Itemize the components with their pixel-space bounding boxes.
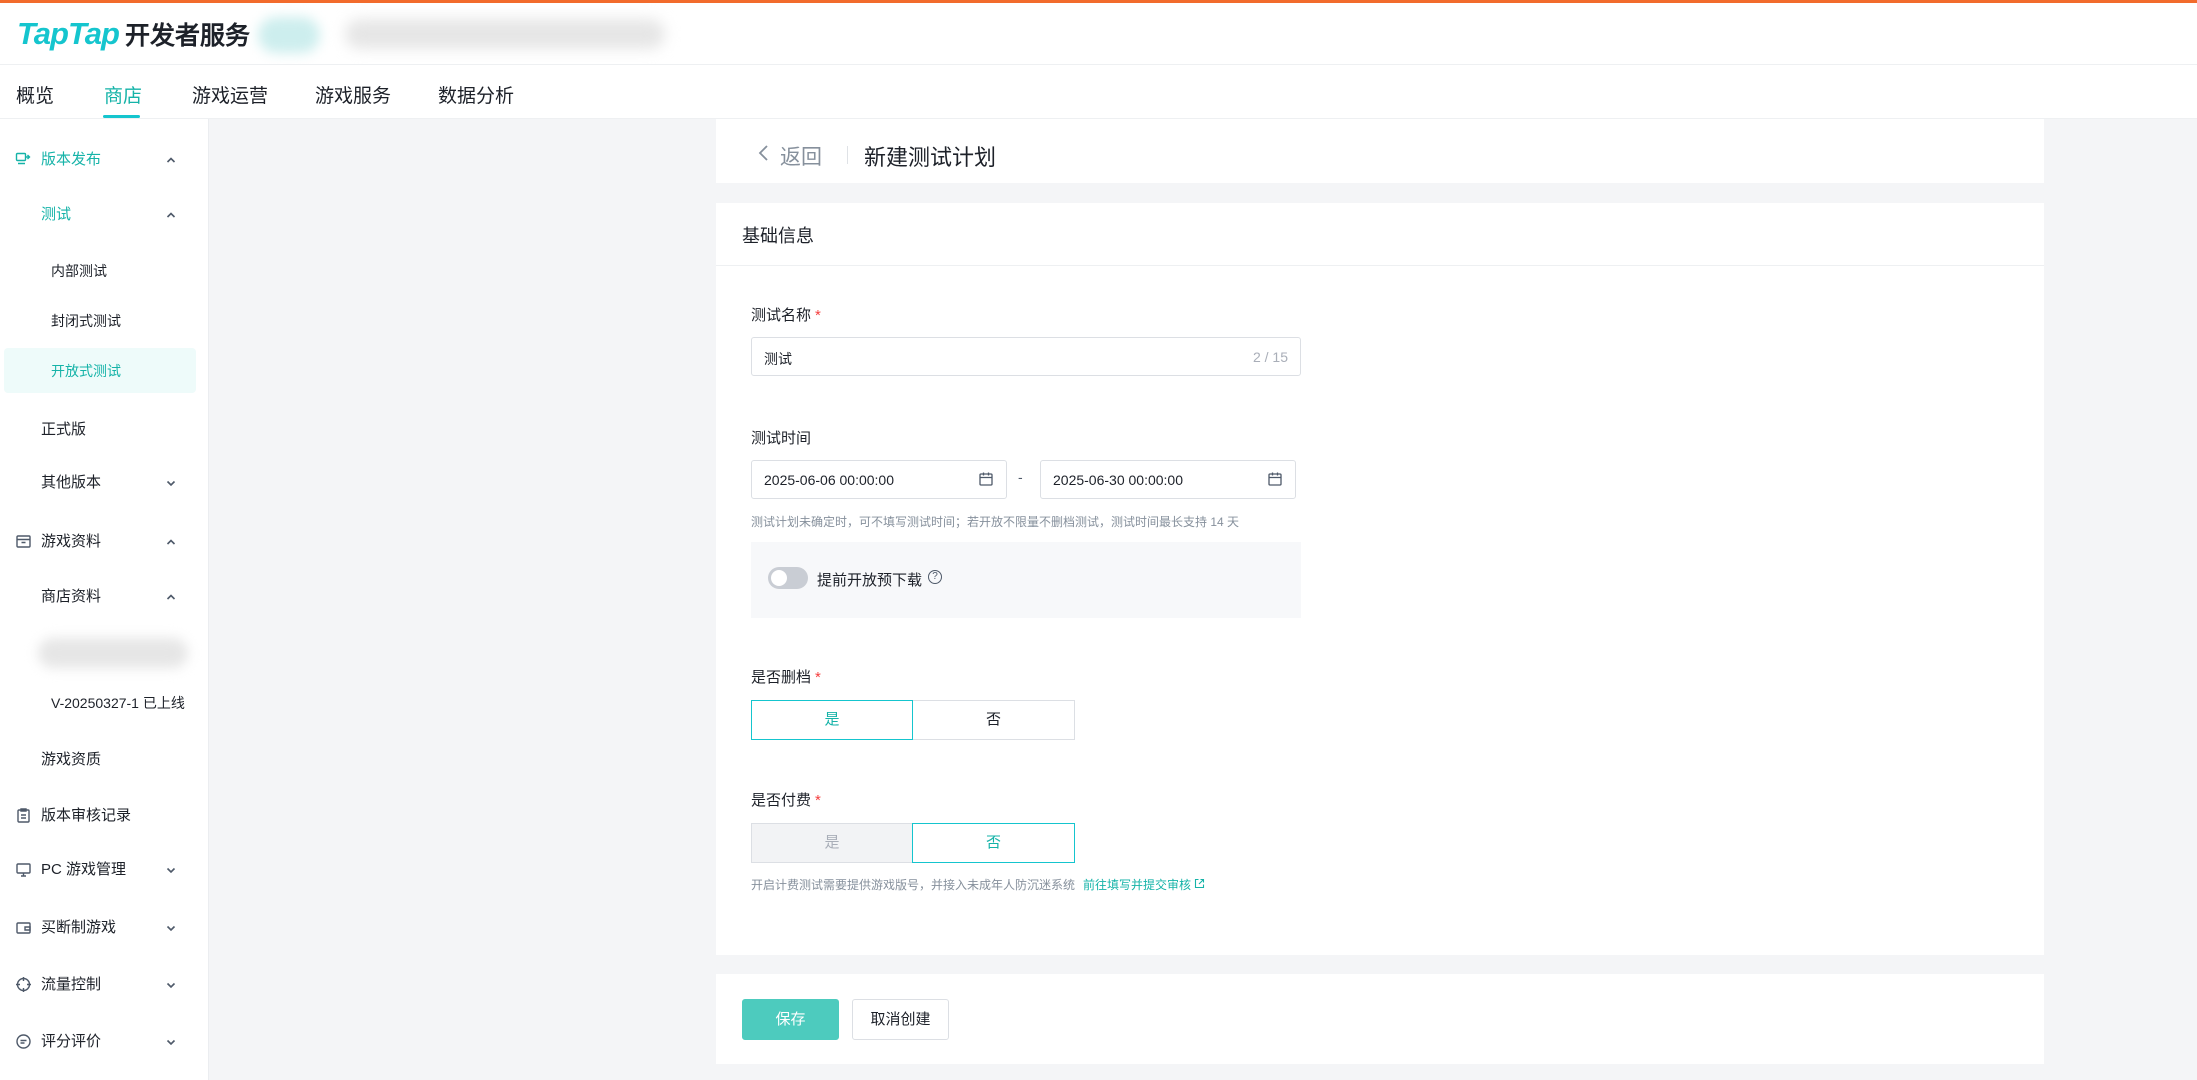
sidebar-item-closed-test[interactable]: 封闭式测试: [51, 310, 121, 332]
chevron-up-icon[interactable]: [164, 590, 178, 604]
sidebar-item-internal-test[interactable]: 内部测试: [51, 260, 107, 282]
start-time-input[interactable]: 2025-06-06 00:00:00: [751, 460, 1007, 499]
submit-review-link[interactable]: 前往填写并提交审核: [1083, 878, 1205, 892]
chevron-up-icon[interactable]: [164, 208, 178, 222]
required-mark: *: [815, 307, 821, 324]
archive-icon: [15, 533, 32, 550]
paid-no-option[interactable]: 否: [912, 823, 1075, 863]
clipboard-icon: [15, 807, 32, 824]
tab-overview[interactable]: 概览: [16, 81, 54, 108]
wallet-icon: [15, 919, 32, 936]
wipe-no-option[interactable]: 否: [912, 700, 1075, 740]
question-circle-icon[interactable]: ?: [928, 570, 942, 584]
save-button[interactable]: 保存: [742, 999, 839, 1040]
sidebar-item-store-info[interactable]: 商店资料: [41, 586, 101, 608]
sidebar: 版本发布 测试 内部测试 封闭式测试 开放式测试 正式版 其他版本 游戏资料 商…: [0, 119, 209, 1080]
chevron-left-icon[interactable]: [757, 142, 771, 170]
end-time-value: 2025-06-30 00:00:00: [1053, 472, 1183, 488]
test-time-label: 测试时间: [751, 430, 812, 447]
calendar-icon[interactable]: [1267, 471, 1283, 487]
test-name-label: 测试名称 *: [751, 307, 821, 324]
sidebar-item-release[interactable]: 版本发布: [41, 149, 101, 171]
start-time-value: 2025-06-06 00:00:00: [764, 472, 894, 488]
sidebar-item-rating[interactable]: 评分评价: [41, 1031, 101, 1053]
main-nav: 概览 商店 游戏运营 游戏服务 数据分析: [0, 64, 2197, 119]
taptap-logo[interactable]: TapTap 开发者服务: [17, 16, 250, 51]
paid-label: 是否付费 *: [751, 792, 821, 809]
test-name-count: 2 / 15: [1252, 349, 1288, 365]
release-icon: [15, 151, 32, 168]
test-name-value: 测试: [764, 351, 792, 367]
chevron-down-icon[interactable]: [164, 476, 178, 490]
tab-data-analysis[interactable]: 数据分析: [438, 81, 514, 108]
time-hint: 测试计划未确定时，可不填写测试时间；若开放不限量不删档测试，测试时间最长支持 1…: [751, 515, 1240, 529]
sidebar-item-test[interactable]: 测试: [41, 204, 71, 226]
chevron-down-icon[interactable]: [164, 921, 178, 935]
tab-game-service[interactable]: 游戏服务: [315, 81, 391, 108]
sidebar-item-buyout[interactable]: 买断制游戏: [41, 917, 116, 939]
sidebar-item-game-info[interactable]: 游戏资料: [41, 531, 101, 553]
top-bar: TapTap 开发者服务: [0, 0, 2197, 64]
active-tab-indicator: [103, 115, 140, 118]
external-link-icon: [1195, 878, 1205, 889]
sidebar-item-pc-manage[interactable]: PC 游戏管理: [41, 859, 126, 881]
tab-store[interactable]: 商店: [104, 81, 142, 108]
chevron-down-icon[interactable]: [164, 978, 178, 992]
wipe-yes-option[interactable]: 是: [751, 700, 913, 740]
end-time-input[interactable]: 2025-06-30 00:00:00: [1040, 460, 1296, 499]
crosshair-icon: [15, 976, 32, 993]
game-name-blurred[interactable]: [345, 19, 665, 49]
sidebar-item-official[interactable]: 正式版: [41, 419, 86, 441]
back-button[interactable]: 返回: [780, 141, 822, 171]
chevron-up-icon[interactable]: [164, 153, 178, 167]
preload-switch[interactable]: [768, 567, 808, 589]
calendar-icon[interactable]: [978, 471, 994, 487]
time-separator: -: [1018, 469, 1023, 485]
chevron-down-icon[interactable]: [164, 1035, 178, 1049]
sidebar-item-version-entry[interactable]: V-20250327-1 已上线: [51, 692, 185, 714]
logo-service: 开发者服务: [124, 22, 250, 50]
sidebar-item-other-versions[interactable]: 其他版本: [41, 472, 101, 494]
required-mark: *: [815, 669, 821, 686]
sidebar-item-qualification[interactable]: 游戏资质: [41, 749, 101, 771]
logo-brand: TapTap: [17, 16, 120, 51]
switch-knob: [771, 570, 787, 586]
monitor-icon: [15, 861, 32, 878]
comment-icon: [15, 1033, 32, 1050]
game-avatar-blurred[interactable]: [258, 17, 320, 53]
section-title: 基础信息: [742, 226, 814, 246]
cancel-create-button[interactable]: 取消创建: [852, 999, 949, 1040]
header-divider: [847, 146, 848, 164]
preload-label: 提前开放预下载: [817, 572, 923, 589]
test-name-input[interactable]: 测试 2 / 15: [751, 337, 1301, 376]
wipe-label: 是否删档 *: [751, 669, 821, 686]
paid-yes-option[interactable]: 是: [751, 823, 913, 863]
chevron-up-icon[interactable]: [164, 535, 178, 549]
sidebar-item-review-record[interactable]: 版本审核记录: [41, 805, 131, 827]
tab-game-operation[interactable]: 游戏运营: [192, 81, 268, 108]
sidebar-item-open-test[interactable]: 开放式测试: [51, 360, 121, 382]
page-title: 新建测试计划: [864, 145, 997, 170]
section-divider: [716, 265, 2044, 266]
chevron-down-icon[interactable]: [164, 863, 178, 877]
required-mark: *: [815, 792, 821, 809]
paid-hint: 开启计费测试需要提供游戏版号，并接入未成年人防沉迷系统 前往填写并提交审核: [751, 876, 1205, 893]
store-entry-blurred[interactable]: [38, 638, 188, 668]
sidebar-item-traffic[interactable]: 流量控制: [41, 974, 101, 996]
